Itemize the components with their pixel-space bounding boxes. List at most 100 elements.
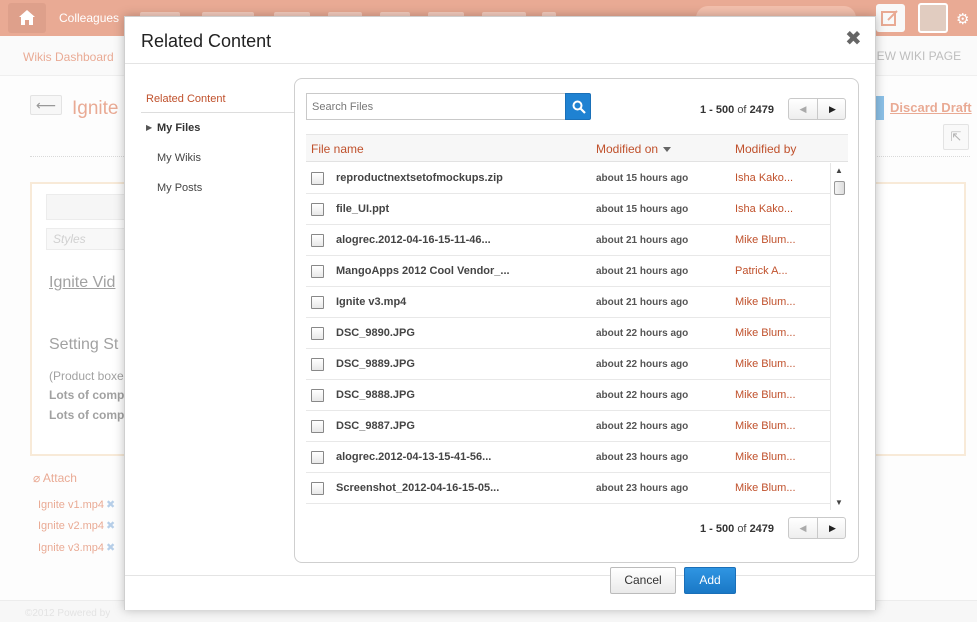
modified-by[interactable]: Patrick A... xyxy=(735,265,788,277)
nav-item-label: My Wikis xyxy=(157,152,201,164)
modified-by[interactable]: Mike Blum... xyxy=(735,420,796,432)
pager-range: 1 - 500 xyxy=(700,523,735,535)
scroll-thumb[interactable] xyxy=(834,181,845,195)
modified-by[interactable]: Isha Kako... xyxy=(735,172,793,184)
nav-heading: Related Content xyxy=(141,93,297,113)
table-row[interactable]: DSC_9887.JPG about 22 hours ago Mike Blum.… xyxy=(306,411,830,442)
file-name[interactable]: reproductnextsetofmockups.zip xyxy=(336,172,503,184)
file-name[interactable]: DSC_9888.JPG xyxy=(336,389,415,401)
file-name[interactable]: file_UI.ppt xyxy=(336,203,389,215)
prev-page-button[interactable]: ◀ xyxy=(789,99,818,119)
table-row[interactable]: DSC_9889.JPG about 22 hours ago Mike Blum.… xyxy=(306,349,830,380)
table-row[interactable]: Ignite v3.mp4 about 21 hours ago Mike Blum… xyxy=(306,287,830,318)
search-button[interactable] xyxy=(565,93,591,120)
row-checkbox[interactable] xyxy=(311,451,324,464)
row-checkbox[interactable] xyxy=(311,482,324,495)
modal-title: Related Content xyxy=(141,31,272,51)
search-files-input[interactable] xyxy=(306,93,565,120)
search-icon xyxy=(572,100,586,114)
modified-on: about 23 hours ago xyxy=(596,483,689,494)
modified-on: about 22 hours ago xyxy=(596,359,689,370)
file-name[interactable]: DSC_9889.JPG xyxy=(336,358,415,370)
modified-by[interactable]: Mike Blum... xyxy=(735,234,796,246)
pager-of: of xyxy=(737,104,747,116)
table-row[interactable]: reproductnextsetofmockups.zip about 15 ho… xyxy=(306,163,830,194)
file-name[interactable]: DSC_9887.JPG xyxy=(336,420,415,432)
modal-footer xyxy=(125,575,875,610)
add-button[interactable]: Add xyxy=(684,567,736,594)
next-page-button[interactable]: ▶ xyxy=(818,99,847,119)
pager-summary-top: 1 - 500 of 2479 xyxy=(700,104,774,116)
modified-on: about 22 hours ago xyxy=(596,390,689,401)
row-checkbox[interactable] xyxy=(311,172,324,185)
table-header: File name Modified on Modified by xyxy=(306,135,848,162)
modal-header: Related Content ✖ xyxy=(125,17,875,64)
table-row[interactable]: DSC_9888.JPG about 22 hours ago Mike Blum.… xyxy=(306,380,830,411)
row-checkbox[interactable] xyxy=(311,234,324,247)
scroll-down-icon[interactable]: ▼ xyxy=(835,498,843,507)
next-page-button[interactable]: ▶ xyxy=(818,518,847,538)
file-name[interactable]: MangoApps 2012 Cool Vendor_... xyxy=(336,265,510,277)
modified-by[interactable]: Mike Blum... xyxy=(735,358,796,370)
table-row[interactable]: alogrec.2012-04-13-15-41-56... about 23 h… xyxy=(306,442,830,473)
related-content-modal: Related Content ✖ Related Content ▶ My F… xyxy=(124,16,876,610)
scroll-up-icon[interactable]: ▲ xyxy=(835,166,843,175)
pager-bottom: ◀ ▶ xyxy=(788,517,846,539)
pager-total: 2479 xyxy=(749,104,775,116)
close-icon[interactable]: ✖ xyxy=(845,29,862,49)
sort-desc-icon xyxy=(663,147,672,153)
row-checkbox[interactable] xyxy=(311,265,324,278)
modified-by[interactable]: Mike Blum... xyxy=(735,451,796,463)
file-browser-panel: 1 - 500 of 2479 ◀ ▶ File name Modified o… xyxy=(294,78,859,563)
table-row[interactable]: MangoApps 2012 Cool Vendor_... about 21 h… xyxy=(306,256,830,287)
pager-summary-bottom: 1 - 500 of 2479 xyxy=(700,523,774,535)
row-checkbox[interactable] xyxy=(311,327,324,340)
file-name[interactable]: alogrec.2012-04-13-15-41-56... xyxy=(336,451,491,463)
table-scrollbar[interactable]: ▲ ▼ xyxy=(830,163,848,510)
content-type-nav: Related Content ▶ My Files My Wikis My P… xyxy=(141,93,297,203)
nav-item-my-posts[interactable]: My Posts xyxy=(141,173,297,203)
modified-by[interactable]: Mike Blum... xyxy=(735,327,796,339)
table-row[interactable]: Screenshot_2012-04-16-15-05... about 23 h… xyxy=(306,473,830,504)
pager-range: 1 - 500 xyxy=(700,104,735,116)
col-modified-by[interactable]: Modified by xyxy=(735,142,796,156)
modified-on: about 21 hours ago xyxy=(596,297,689,308)
modified-on: about 22 hours ago xyxy=(596,328,689,339)
pager-top: ◀ ▶ xyxy=(788,98,846,120)
modified-by[interactable]: Isha Kako... xyxy=(735,203,793,215)
table-row[interactable]: alogrec.2012-04-16-15-11-46... about 21 h… xyxy=(306,225,830,256)
file-name[interactable]: alogrec.2012-04-16-15-11-46... xyxy=(336,234,491,246)
modified-on: about 15 hours ago xyxy=(596,204,689,215)
pager-of: of xyxy=(737,523,747,535)
prev-page-button[interactable]: ◀ xyxy=(789,518,818,538)
row-checkbox[interactable] xyxy=(311,203,324,216)
modified-on: about 21 hours ago xyxy=(596,235,689,246)
nav-item-my-wikis[interactable]: My Wikis xyxy=(141,143,297,173)
table-row[interactable]: DSC_9890.JPG about 22 hours ago Mike Blum.… xyxy=(306,318,830,349)
row-checkbox[interactable] xyxy=(311,358,324,371)
nav-item-label: My Files xyxy=(157,122,201,134)
chevron-right-icon: ▶ xyxy=(146,123,153,132)
modified-on: about 23 hours ago xyxy=(596,452,689,463)
files-table: File name Modified on Modified by reprod… xyxy=(306,134,848,510)
modified-by[interactable]: Mike Blum... xyxy=(735,389,796,401)
modified-on: about 22 hours ago xyxy=(596,421,689,432)
row-checkbox[interactable] xyxy=(311,296,324,309)
cancel-button[interactable]: Cancel xyxy=(610,567,676,594)
col-modified-on[interactable]: Modified on xyxy=(596,142,672,156)
file-name[interactable]: Ignite v3.mp4 xyxy=(336,296,406,308)
modified-by[interactable]: Mike Blum... xyxy=(735,296,796,308)
row-checkbox[interactable] xyxy=(311,389,324,402)
modified-on: about 15 hours ago xyxy=(596,173,689,184)
nav-item-my-files[interactable]: ▶ My Files xyxy=(141,113,297,143)
row-checkbox[interactable] xyxy=(311,420,324,433)
col-label: Modified on xyxy=(596,142,659,156)
table-body: reproductnextsetofmockups.zip about 15 ho… xyxy=(306,163,830,504)
file-name[interactable]: Screenshot_2012-04-16-15-05... xyxy=(336,482,499,494)
table-row[interactable]: file_UI.ppt about 15 hours ago Isha Kako..… xyxy=(306,194,830,225)
modified-by[interactable]: Mike Blum... xyxy=(735,482,796,494)
file-name[interactable]: DSC_9890.JPG xyxy=(336,327,415,339)
modified-on: about 21 hours ago xyxy=(596,266,689,277)
pager-total: 2479 xyxy=(749,523,775,535)
col-file-name[interactable]: File name xyxy=(311,142,364,156)
